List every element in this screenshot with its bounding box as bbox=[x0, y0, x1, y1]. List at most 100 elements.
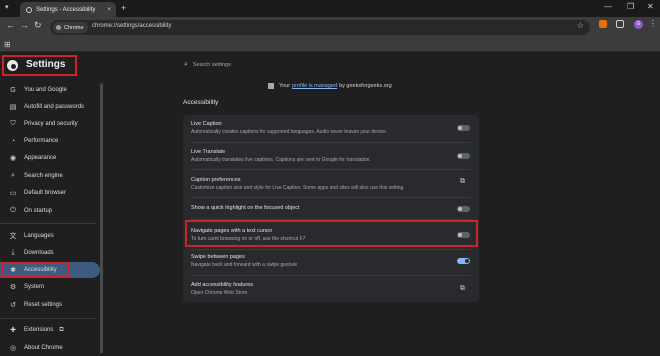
sidebar-item-default-browser[interactable]: ▭ Default browser bbox=[0, 185, 100, 201]
caption-preferences-row[interactable]: Caption preferences Customize caption si… bbox=[183, 170, 479, 197]
sidebar-item-on-startup[interactable]: ⏻ On startup bbox=[0, 203, 100, 219]
minimize-button[interactable]: — bbox=[604, 2, 612, 11]
settings-sidebar: G You and Google ▤ Autofill and passwords … bbox=[0, 82, 100, 353]
accessibility-highlight-box bbox=[2, 262, 69, 278]
accessibility-settings-card: Live Caption Automatically creates capti… bbox=[183, 115, 479, 302]
row-title: Live Translate bbox=[191, 149, 226, 155]
browser-toolbar: ← → ↻ Chrome chrome://settings/accessibi… bbox=[0, 17, 660, 38]
url-text[interactable]: chrome://settings/accessibility bbox=[92, 23, 171, 29]
sidebar-item-label: About Chrome bbox=[24, 345, 63, 351]
tab-close-icon[interactable]: × bbox=[107, 7, 111, 13]
row-subtitle: Automatically translates live captions. … bbox=[191, 157, 371, 163]
tab-title: Settings - Accessibility bbox=[36, 6, 96, 13]
sidebar-item-you-and-google[interactable]: G You and Google bbox=[0, 82, 100, 98]
live-translate-toggle[interactable] bbox=[457, 153, 470, 159]
row-title: Swipe between pages bbox=[191, 254, 245, 260]
tab-settings-accessibility[interactable]: Settings - Accessibility × bbox=[20, 2, 116, 17]
site-info-chip[interactable]: Chrome bbox=[53, 22, 88, 33]
sidebar-item-label: Reset settings bbox=[24, 302, 63, 308]
row-subtitle: Navigate back and forward with a swipe g… bbox=[191, 262, 298, 268]
sidebar-item-label: System bbox=[24, 284, 45, 290]
sidebar-item-appearance[interactable]: ◉ Appearance bbox=[0, 150, 100, 166]
sidebar-item-label: You and Google bbox=[24, 87, 67, 93]
add-accessibility-features-row[interactable]: Add accessibility features Open Chrome W… bbox=[183, 276, 479, 302]
sidebar-scrollbar-thumb[interactable] bbox=[100, 84, 103, 353]
row-subtitle: Customize caption size and style for Liv… bbox=[191, 185, 405, 191]
sidebar-item-languages[interactable]: 文 Languages bbox=[0, 228, 100, 244]
swipe-between-pages-toggle[interactable] bbox=[457, 258, 470, 264]
sidebar-item-autofill[interactable]: ▤ Autofill and passwords bbox=[0, 99, 100, 115]
power-icon: ⏻ bbox=[10, 207, 16, 214]
swipe-between-pages-row[interactable]: Swipe between pages Navigate back and fo… bbox=[183, 251, 479, 275]
chrome-logo-icon bbox=[7, 60, 18, 71]
sidebar-item-reset-settings[interactable]: ↺ Reset settings bbox=[0, 297, 100, 313]
open-external-icon: ⧉ bbox=[59, 326, 64, 333]
sidebar-item-label: Appearance bbox=[24, 155, 57, 161]
wrench-icon: ⚙ bbox=[9, 284, 17, 291]
sidebar-item-label: Default browser bbox=[24, 190, 67, 196]
sidebar-item-performance[interactable]: ◔ Performance bbox=[0, 133, 100, 149]
row-subtitle: Open Chrome Web Store bbox=[191, 290, 248, 296]
tab-search-button[interactable]: ▾ bbox=[5, 3, 9, 11]
row-title: Caption preferences bbox=[191, 177, 241, 183]
sidebar-item-label: Search engine bbox=[24, 173, 63, 179]
shield-icon: ⛉ bbox=[10, 120, 16, 127]
browser-icon: ▭ bbox=[9, 190, 17, 197]
bookmarks-bar: ⊞ bbox=[0, 38, 660, 52]
window-close-button[interactable]: ✕ bbox=[647, 2, 654, 11]
chip-label: Chrome bbox=[64, 24, 84, 31]
sidebar-item-label: Autofill and passwords bbox=[24, 104, 85, 110]
reset-icon: ↺ bbox=[10, 302, 16, 309]
apps-grid-icon[interactable]: ⊞ bbox=[4, 40, 11, 49]
external-link-icon[interactable]: ⧉ bbox=[460, 178, 465, 186]
sidebar-scrollbar[interactable] bbox=[100, 82, 103, 353]
address-bar[interactable]: Chrome chrome://settings/accessibility ☆ bbox=[50, 20, 590, 35]
sidebar-item-privacy[interactable]: ⛉ Privacy and security bbox=[0, 116, 100, 132]
focus-highlight-row[interactable]: Show a quick highlight on the focused ob… bbox=[183, 198, 479, 218]
sidebar-item-downloads[interactable]: ⤓ Downloads bbox=[0, 245, 100, 261]
managed-prefix: Your bbox=[279, 83, 291, 89]
search-icon: ⌕ bbox=[11, 172, 15, 179]
new-tab-button[interactable]: + bbox=[121, 3, 126, 13]
reload-button[interactable]: ↻ bbox=[34, 20, 42, 31]
palette-icon: ◉ bbox=[9, 155, 17, 162]
external-link-icon[interactable]: ⧉ bbox=[460, 285, 465, 293]
menu-kebab-icon[interactable]: ⋮ bbox=[649, 19, 657, 28]
live-caption-row[interactable]: Live Caption Automatically creates capti… bbox=[183, 115, 479, 142]
bookmark-star-icon[interactable]: ☆ bbox=[577, 21, 584, 30]
extensions-icon: ✚ bbox=[10, 327, 16, 334]
live-caption-toggle[interactable] bbox=[457, 125, 470, 131]
sidebar-item-about-chrome[interactable]: ◎ About Chrome bbox=[0, 340, 100, 356]
sidebar-item-extensions[interactable]: ✚ Extensions ⧉ bbox=[0, 322, 100, 338]
sidebar-item-label: On startup bbox=[24, 208, 53, 214]
extension-icon[interactable] bbox=[599, 20, 607, 28]
managed-suffix: by geeksforgeeks.org bbox=[339, 83, 392, 89]
sidebar-divider bbox=[0, 223, 96, 224]
sidebar-item-search-engine[interactable]: ⌕ Search engine bbox=[0, 168, 100, 184]
back-button[interactable]: ← bbox=[6, 20, 15, 30]
row-title: Show a quick highlight on the focused ob… bbox=[191, 205, 300, 211]
sidebar-item-label: Privacy and security bbox=[24, 121, 78, 127]
profile-avatar[interactable]: G bbox=[634, 20, 643, 29]
caret-browsing-highlight-box bbox=[185, 220, 478, 247]
autofill-icon: ▤ bbox=[9, 104, 17, 111]
row-divider bbox=[191, 249, 471, 250]
managed-profile-link[interactable]: profile is managed bbox=[292, 83, 337, 89]
tab-strip: ▾ Settings - Accessibility × + — ❐ ✕ bbox=[0, 0, 660, 17]
maximize-button[interactable]: ❐ bbox=[627, 2, 634, 11]
performance-icon: ◔ bbox=[10, 137, 16, 145]
row-subtitle: Automatically creates captions for suppo… bbox=[191, 129, 388, 135]
section-title: Accessibility bbox=[183, 99, 219, 106]
focus-highlight-toggle[interactable] bbox=[457, 206, 470, 212]
search-settings-input[interactable]: ⌕ Search settings bbox=[176, 57, 478, 73]
live-translate-row[interactable]: Live Translate Automatically translates … bbox=[183, 143, 479, 169]
sidebar-item-label: Downloads bbox=[24, 250, 54, 256]
languages-icon: 文 bbox=[9, 233, 17, 240]
sidebar-item-system[interactable]: ⚙ System bbox=[0, 279, 100, 295]
forward-button[interactable]: → bbox=[20, 20, 29, 30]
sidebar-item-label: Languages bbox=[24, 233, 54, 239]
sidebar-item-label: Performance bbox=[24, 138, 59, 144]
search-icon: ⌕ bbox=[184, 61, 188, 68]
side-panel-icon[interactable] bbox=[616, 20, 624, 28]
managed-profile-notice: Your profile is managed by geeksforgeeks… bbox=[268, 83, 392, 89]
